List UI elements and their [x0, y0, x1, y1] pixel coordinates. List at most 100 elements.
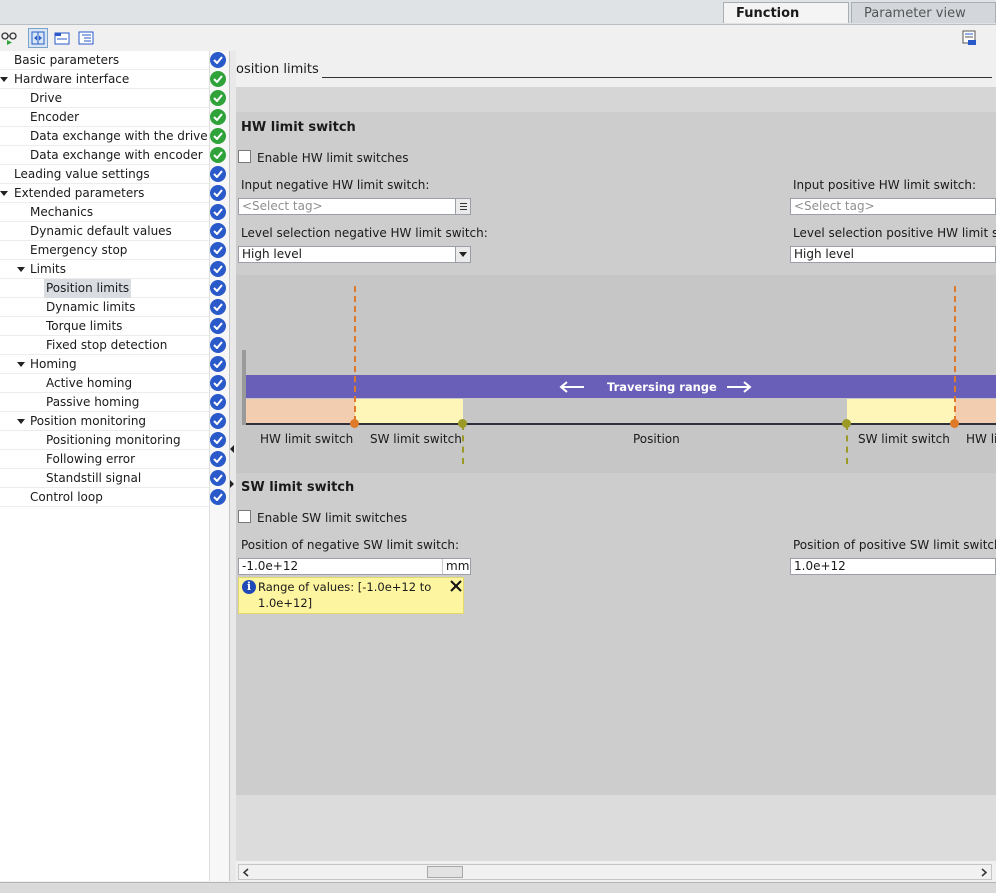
- hw-zone-right: [955, 399, 996, 423]
- enable-sw-label: Enable SW limit switches: [257, 511, 408, 525]
- sw-limit-right-line: [846, 424, 848, 464]
- sw-limit-right-marker: [842, 419, 851, 428]
- expand-arrow-icon[interactable]: [0, 77, 8, 82]
- tree-item-mechanics[interactable]: Mechanics: [0, 203, 209, 222]
- tree-item-label: Leading value settings: [14, 167, 150, 181]
- tree-item-basic-parameters[interactable]: Basic parameters: [0, 51, 209, 70]
- expand-arrow-icon[interactable]: [17, 267, 25, 272]
- expand-right-icon[interactable]: [230, 480, 234, 488]
- tree-item-passive-homing[interactable]: Passive homing: [0, 393, 209, 412]
- tree-view-icon[interactable]: [76, 28, 96, 48]
- tree-item-label: Standstill signal: [46, 471, 142, 485]
- range-tooltip: i Range of values: [-1.0e+12 to 1.0e+12]: [238, 577, 464, 614]
- status-check-icon: [210, 128, 226, 144]
- tree-item-extended-parameters[interactable]: Extended parameters: [0, 184, 209, 203]
- tree-item-label: Emergency stop: [30, 243, 128, 257]
- tree-item-drive[interactable]: Drive: [0, 89, 209, 108]
- expand-arrow-icon[interactable]: [17, 362, 25, 367]
- status-check-icon: [210, 71, 226, 87]
- tree-item-data-exchange-with-encoder[interactable]: Data exchange with encoder: [0, 146, 209, 165]
- neg-sw-position-label: Position of negative SW limit switch:: [241, 538, 460, 552]
- sync-navigation-icon[interactable]: [28, 28, 48, 48]
- page-title: osition limits: [236, 62, 319, 77]
- pos-hw-input-field[interactable]: <Select tag>: [790, 198, 996, 215]
- tree-item-label: Positioning monitoring: [46, 433, 181, 447]
- expand-arrow-icon[interactable]: [17, 419, 25, 424]
- tree-item-dynamic-default-values[interactable]: Dynamic default values: [0, 222, 209, 241]
- tree-item-standstill-signal[interactable]: Standstill signal: [0, 469, 209, 488]
- status-check-icon: [210, 451, 226, 467]
- glasses-icon[interactable]: [0, 28, 20, 48]
- hw-limit-right-label: HW li: [966, 432, 996, 446]
- hw-limit-right-line: [954, 286, 956, 422]
- tab-function-view[interactable]: Function view: [723, 2, 849, 42]
- tree-item-encoder[interactable]: Encoder: [0, 108, 209, 127]
- toolbar: [0, 25, 996, 51]
- tree-item-label: Torque limits: [46, 319, 123, 333]
- tree-item-torque-limits[interactable]: Torque limits: [0, 317, 209, 336]
- status-check-icon: [210, 356, 226, 372]
- folder-view-icon[interactable]: [52, 28, 72, 48]
- tree-item-following-error[interactable]: Following error: [0, 450, 209, 469]
- tree-item-position-monitoring[interactable]: Position monitoring: [0, 412, 209, 431]
- scroll-right-icon[interactable]: [981, 868, 987, 877]
- neg-level-select[interactable]: High level: [238, 246, 471, 263]
- tree-item-positioning-monitoring[interactable]: Positioning monitoring: [0, 431, 209, 450]
- page-settings-icon[interactable]: [959, 28, 979, 48]
- status-check-icon: [210, 166, 226, 182]
- tree-item-label: Limits: [30, 262, 66, 276]
- tab-parameter-view[interactable]: Parameter view: [851, 2, 996, 23]
- status-check-icon: [210, 432, 226, 448]
- neg-sw-unit: mm: [442, 559, 470, 574]
- scroll-thumb[interactable]: [427, 866, 463, 878]
- tree-item-active-homing[interactable]: Active homing: [0, 374, 209, 393]
- neg-level-label: Level selection negative HW limit switch…: [241, 226, 488, 240]
- tree-item-dynamic-limits[interactable]: Dynamic limits: [0, 298, 209, 317]
- arrow-right-icon: [727, 381, 752, 393]
- tree-item-hardware-interface[interactable]: Hardware interface: [0, 70, 209, 89]
- tag-list-icon[interactable]: [455, 199, 470, 214]
- collapse-left-icon[interactable]: [230, 445, 234, 453]
- hw-limit-left-label: HW limit switch: [260, 432, 354, 446]
- status-check-icon: [210, 147, 226, 163]
- tree-item-label: Dynamic default values: [30, 224, 172, 238]
- tree-item-label: Passive homing: [46, 395, 140, 409]
- tree-item-fixed-stop-detection[interactable]: Fixed stop detection: [0, 336, 209, 355]
- tree-item-limits[interactable]: Limits: [0, 260, 209, 279]
- tree-item-label: Homing: [30, 357, 77, 371]
- tree-item-label: Fixed stop detection: [46, 338, 168, 352]
- pos-sw-position-field[interactable]: 1.0e+12: [790, 558, 996, 575]
- tooltip-line-1: Range of values: [-1.0e+12 to: [258, 580, 432, 594]
- status-check-icon: [210, 394, 226, 410]
- scroll-left-icon[interactable]: [243, 868, 249, 877]
- tree-item-position-limits[interactable]: Position limits: [0, 279, 209, 298]
- tree-item-control-loop[interactable]: Control loop: [0, 488, 209, 507]
- sw-limit-left-marker: [458, 419, 467, 428]
- hw-limit-left-marker: [350, 419, 359, 428]
- chevron-down-icon[interactable]: [455, 247, 470, 262]
- status-check-icon: [210, 185, 226, 201]
- tree-item-homing[interactable]: Homing: [0, 355, 209, 374]
- horizontal-scrollbar[interactable]: [238, 864, 992, 880]
- tree-item-emergency-stop[interactable]: Emergency stop: [0, 241, 209, 260]
- tree-item-leading-value-settings[interactable]: Leading value settings: [0, 165, 209, 184]
- empty-area: [236, 795, 996, 861]
- expand-arrow-icon[interactable]: [0, 191, 8, 196]
- hw-limit-right-marker: [950, 419, 959, 428]
- tree-item-label: Position monitoring: [30, 414, 147, 428]
- enable-sw-checkbox[interactable]: [238, 510, 251, 523]
- tree-item-label: Encoder: [30, 110, 80, 124]
- arrow-left-icon: [559, 381, 584, 393]
- tree-item-label: Position limits: [44, 279, 132, 298]
- neg-hw-input-field[interactable]: <Select tag>: [238, 198, 471, 215]
- status-check-icon: [210, 109, 226, 125]
- status-check-icon: [210, 413, 226, 429]
- status-check-icon: [210, 318, 226, 334]
- tree-item-data-exchange-with-the-drive[interactable]: Data exchange with the drive: [0, 127, 209, 146]
- close-icon[interactable]: [450, 580, 462, 592]
- tree-item-label: Control loop: [30, 490, 103, 504]
- neg-sw-position-field[interactable]: -1.0e+12: [238, 558, 471, 575]
- enable-hw-checkbox[interactable]: [238, 150, 251, 163]
- pos-level-select[interactable]: High level: [790, 246, 996, 263]
- pos-sw-position-label: Position of positive SW limit switch:: [793, 538, 996, 552]
